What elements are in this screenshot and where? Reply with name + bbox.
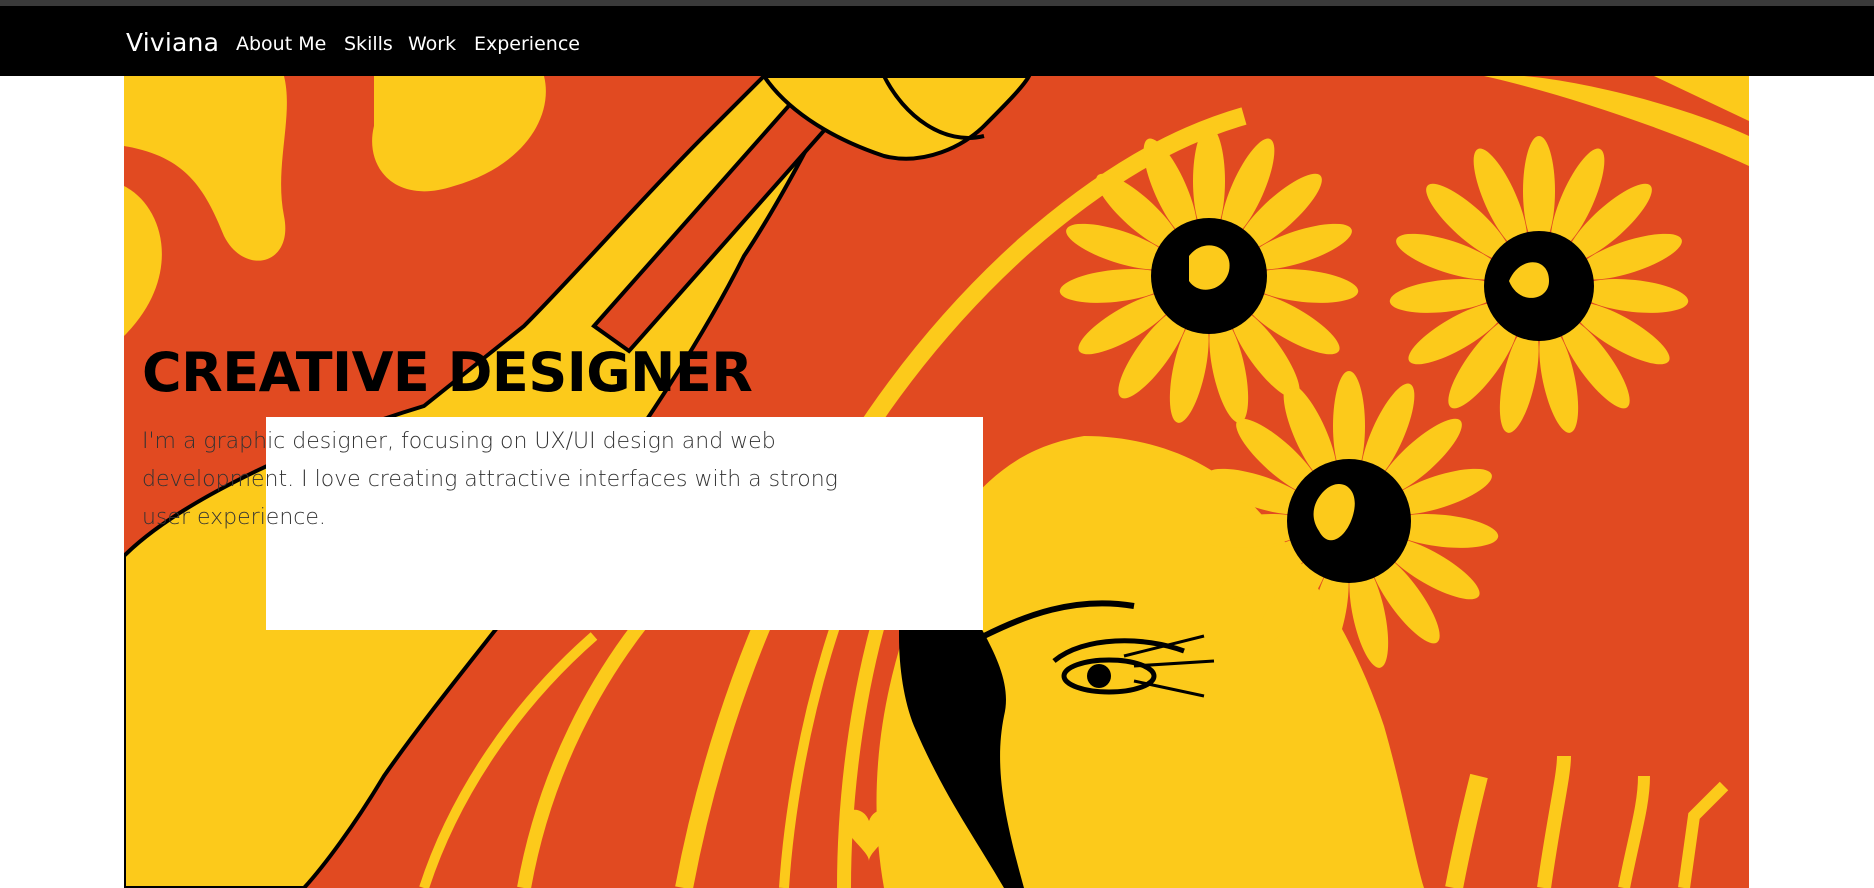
nav-link-skills[interactable]: Skills: [344, 32, 393, 56]
nav-link-about-me[interactable]: About Me: [236, 32, 326, 56]
hero-card-content: CREATIVE DESIGNER I'm a graphic designer…: [142, 341, 859, 554]
hero-title: CREATIVE DESIGNER: [142, 341, 753, 404]
nav-link-experience[interactable]: Experience: [474, 32, 580, 56]
brand-link[interactable]: Viviana: [126, 28, 219, 58]
navbar: Viviana About Me Skills Work Experience: [0, 6, 1874, 76]
nav-link-work[interactable]: Work: [408, 32, 456, 56]
hero-description: I'm a graphic designer, focusing on UX/U…: [142, 429, 838, 530]
